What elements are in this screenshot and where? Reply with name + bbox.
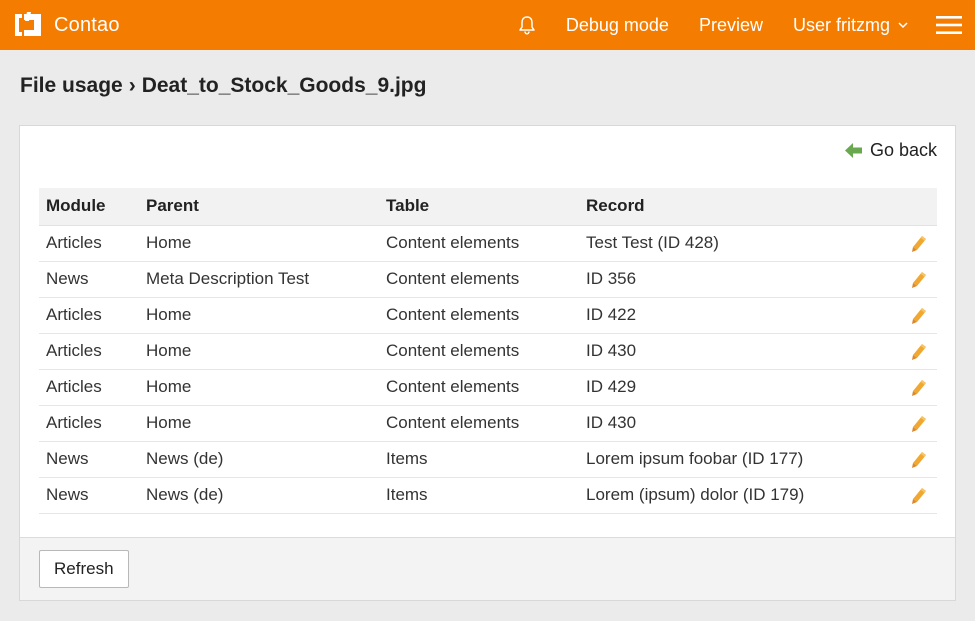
cell-table: Content elements xyxy=(379,333,579,370)
cell-actions xyxy=(889,369,937,406)
refresh-button[interactable]: Refresh xyxy=(39,550,129,588)
cell-record: ID 429 xyxy=(579,369,889,406)
page-title-main: File usage xyxy=(20,74,123,97)
table-row: Articles Home Content elements ID 430 xyxy=(39,405,937,442)
file-usage-panel: Go back Module Parent Table Record Artic… xyxy=(19,125,956,601)
cell-module: Articles xyxy=(39,297,139,334)
cell-record: Lorem ipsum foobar (ID 177) xyxy=(579,441,889,478)
pencil-icon[interactable] xyxy=(911,271,927,289)
pencil-icon[interactable] xyxy=(911,343,927,361)
cell-module: News xyxy=(39,477,139,514)
debug-mode-link[interactable]: Debug mode xyxy=(566,15,669,36)
page-title: File usage › Deat_to_Stock_Goods_9.jpg xyxy=(20,74,426,98)
panel-footer: Refresh xyxy=(20,537,955,600)
cell-actions xyxy=(889,225,937,262)
user-menu[interactable]: User fritzmg xyxy=(793,15,908,36)
table-row: News News (de) Items Lorem (ipsum) dolor… xyxy=(39,477,937,514)
arrow-left-icon xyxy=(844,143,862,158)
cell-table: Content elements xyxy=(379,261,579,298)
brand-name: Contao xyxy=(54,13,120,36)
table-row: Articles Home Content elements Test Test… xyxy=(39,225,937,262)
pencil-icon[interactable] xyxy=(911,307,927,325)
cell-actions xyxy=(889,441,937,478)
chevron-down-icon xyxy=(898,21,908,28)
cell-actions xyxy=(889,477,937,514)
cell-table: Content elements xyxy=(379,225,579,262)
cell-table: Content elements xyxy=(379,369,579,406)
cell-record: ID 430 xyxy=(579,405,889,442)
cell-parent: News (de) xyxy=(139,441,379,478)
pencil-icon[interactable] xyxy=(911,415,927,433)
preview-link[interactable]: Preview xyxy=(699,15,763,36)
column-header-table: Table xyxy=(379,188,579,226)
pencil-icon[interactable] xyxy=(911,235,927,253)
cell-record: Test Test (ID 428) xyxy=(579,225,889,262)
contao-logo-icon xyxy=(15,12,41,36)
cell-module: Articles xyxy=(39,405,139,442)
pencil-icon[interactable] xyxy=(911,451,927,469)
cell-record: Lorem (ipsum) dolor (ID 179) xyxy=(579,477,889,514)
cell-record: ID 430 xyxy=(579,333,889,370)
cell-module: News xyxy=(39,441,139,478)
column-header-actions xyxy=(889,188,937,226)
page-title-file: Deat_to_Stock_Goods_9.jpg xyxy=(141,74,427,97)
cell-actions xyxy=(889,333,937,370)
cell-actions xyxy=(889,297,937,334)
cell-parent: Home xyxy=(139,369,379,406)
cell-table: Content elements xyxy=(379,405,579,442)
pencil-icon[interactable] xyxy=(911,487,927,505)
column-header-module: Module xyxy=(39,188,139,226)
column-header-parent: Parent xyxy=(139,188,379,226)
cell-actions xyxy=(889,261,937,298)
cell-parent: Home xyxy=(139,225,379,262)
cell-parent: Meta Description Test xyxy=(139,261,379,298)
bell-icon xyxy=(519,16,535,35)
file-usage-table: Module Parent Table Record Articles Home… xyxy=(39,188,937,514)
cell-actions xyxy=(889,405,937,442)
cell-parent: Home xyxy=(139,333,379,370)
go-back-link[interactable]: Go back xyxy=(844,140,937,161)
cell-record: ID 356 xyxy=(579,261,889,298)
cell-parent: News (de) xyxy=(139,477,379,514)
top-bar: Contao Debug mode Preview User fritzmg xyxy=(0,0,975,50)
notifications-button[interactable] xyxy=(518,15,536,35)
cell-module: Articles xyxy=(39,225,139,262)
cell-parent: Home xyxy=(139,405,379,442)
column-header-record: Record xyxy=(579,188,889,226)
cell-module: Articles xyxy=(39,333,139,370)
table-row: News News (de) Items Lorem ipsum foobar … xyxy=(39,441,937,478)
pencil-icon[interactable] xyxy=(911,379,927,397)
cell-module: News xyxy=(39,261,139,298)
table-header-row: Module Parent Table Record xyxy=(39,188,937,226)
breadcrumb-separator: › xyxy=(128,74,136,97)
table-row: Articles Home Content elements ID 429 xyxy=(39,369,937,406)
cell-record: ID 422 xyxy=(579,297,889,334)
table-row: Articles Home Content elements ID 430 xyxy=(39,333,937,370)
brand-link[interactable]: Contao xyxy=(12,11,120,39)
cell-table: Content elements xyxy=(379,297,579,334)
hamburger-menu-icon[interactable] xyxy=(936,15,962,35)
go-back-label: Go back xyxy=(869,140,937,160)
user-menu-label: User fritzmg xyxy=(792,14,890,35)
cell-table: Items xyxy=(379,441,579,478)
table-row: News Meta Description Test Content eleme… xyxy=(39,261,937,298)
cell-table: Items xyxy=(379,477,579,514)
cell-module: Articles xyxy=(39,369,139,406)
cell-parent: Home xyxy=(139,297,379,334)
table-row: Articles Home Content elements ID 422 xyxy=(39,297,937,334)
